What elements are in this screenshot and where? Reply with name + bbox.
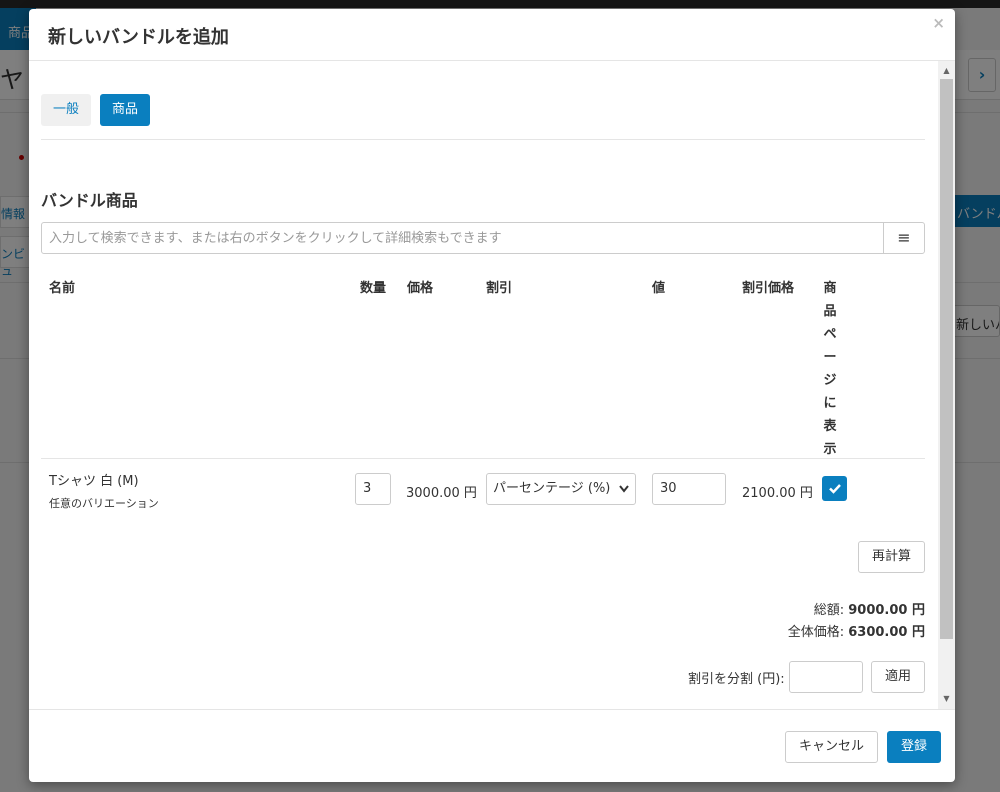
overall-label: 全体価格: (787, 625, 845, 640)
header-char: に (823, 396, 837, 411)
column-header-show-on-page: 商 品 ペ ー ジ に 表 示 (822, 277, 838, 461)
total-value: 9000.00 円 (848, 603, 925, 618)
header-char: 表 (823, 419, 837, 434)
column-header-value: 値 (652, 281, 666, 296)
chevron-down-icon (619, 474, 629, 517)
menu-icon: ≡ (897, 228, 911, 247)
discount-type-value: パーセンテージ (%) (493, 481, 611, 496)
advanced-search-button[interactable]: ≡ (883, 223, 924, 253)
modal-title: 新しいバンドルを追加 (48, 27, 229, 48)
split-discount-input[interactable] (789, 661, 863, 693)
column-header-quantity: 数量 (360, 281, 387, 296)
search-input[interactable] (42, 223, 882, 253)
discount-type-select[interactable]: パーセンテージ (%) (486, 473, 636, 505)
total-amount: 総額: 9000.00 円 (814, 599, 925, 618)
discount-value-input[interactable]: 30 (652, 473, 726, 505)
tabs-divider (41, 139, 925, 140)
modal-footer: キャンセル 登録 (29, 709, 955, 782)
apply-button[interactable]: 適用 (871, 661, 925, 693)
header-char: ジ (823, 373, 837, 388)
show-on-page-checkbox[interactable] (822, 476, 847, 501)
column-header-price: 価格 (407, 281, 434, 296)
add-bundle-modal: 新しいバンドルを追加 × 一般 商品 バンドル商品 ≡ 名前 数量 価格 割引 … (29, 9, 955, 782)
discount-price-value: 2100.00 円 (742, 486, 813, 501)
modal-header: 新しいバンドルを追加 × (29, 9, 955, 61)
product-search: ≡ (41, 222, 925, 254)
tab-products[interactable]: 商品 (100, 94, 151, 126)
recalculate-button[interactable]: 再計算 (858, 541, 925, 573)
split-discount-label: 割引を分割 (円): (688, 672, 785, 687)
scroll-up-icon[interactable]: ▲ (938, 65, 955, 77)
check-icon (828, 484, 841, 494)
table-row-divider (41, 458, 925, 459)
product-variation: 任意のバリエーション (49, 497, 159, 510)
modal-body: 一般 商品 バンドル商品 ≡ 名前 数量 価格 割引 値 割引価格 商 品 ペ … (29, 61, 955, 709)
header-char: 品 (823, 304, 837, 319)
header-char: 商 (823, 281, 837, 296)
column-header-discount: 割引 (486, 281, 513, 296)
overall-price: 全体価格: 6300.00 円 (788, 621, 925, 640)
close-icon[interactable]: × (932, 14, 945, 32)
section-title: バンドル商品 (41, 191, 138, 210)
overall-value: 6300.00 円 (848, 625, 925, 640)
save-button[interactable]: 登録 (887, 731, 941, 763)
quantity-input[interactable]: 3 (355, 473, 391, 505)
price-value: 3000.00 円 (406, 486, 477, 501)
scrollbar[interactable]: ▲ ▼ (938, 61, 955, 709)
product-name: Tシャツ 白 (M) (49, 474, 139, 489)
column-header-name: 名前 (49, 281, 76, 296)
header-char: ペ (823, 327, 837, 342)
tab-general[interactable]: 一般 (41, 94, 92, 126)
column-header-discount-price: 割引価格 (742, 281, 795, 296)
total-label: 総額: (813, 603, 845, 618)
cancel-button[interactable]: キャンセル (785, 731, 878, 763)
scrollbar-thumb[interactable] (940, 79, 953, 639)
header-char: ー (823, 350, 837, 365)
scroll-down-icon[interactable]: ▼ (938, 693, 955, 705)
